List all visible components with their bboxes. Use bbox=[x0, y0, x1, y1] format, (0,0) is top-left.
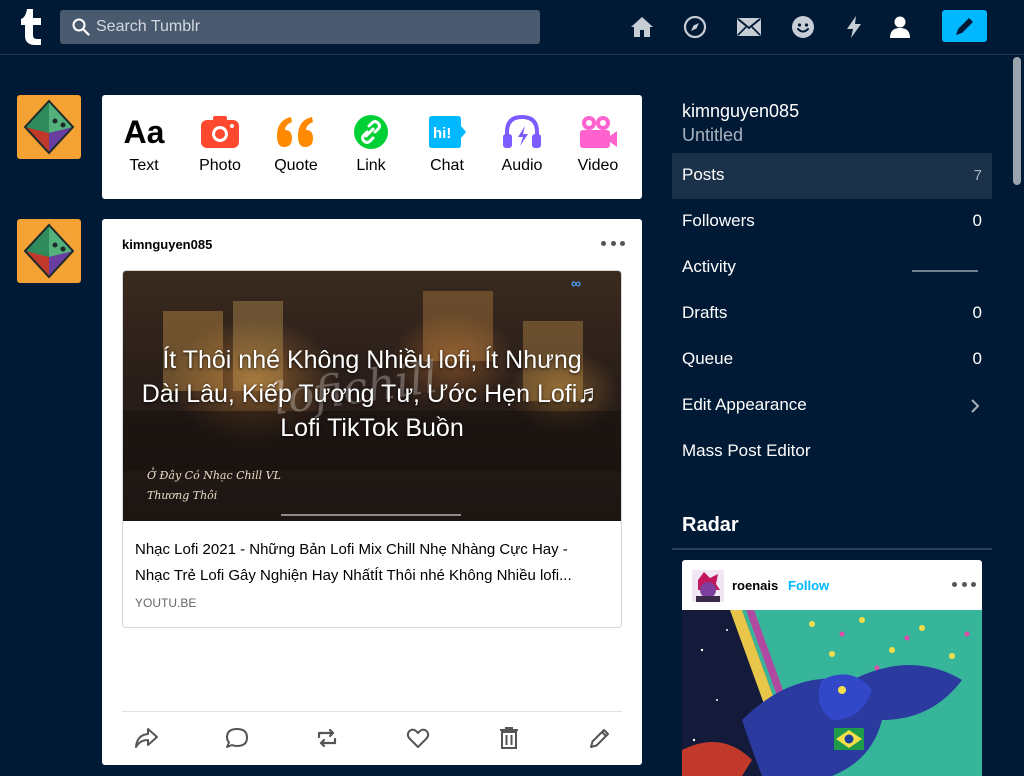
post-type-video[interactable]: Video bbox=[562, 113, 634, 175]
share-icon[interactable] bbox=[133, 725, 159, 751]
search-bar[interactable] bbox=[60, 10, 540, 44]
avatar[interactable] bbox=[17, 95, 81, 159]
radar-avatar[interactable] bbox=[692, 570, 724, 602]
radar-post-card: roenais Follow bbox=[682, 560, 982, 776]
sidebar-item-posts[interactable]: Posts 7 bbox=[672, 153, 992, 199]
radar-divider bbox=[672, 548, 992, 550]
compose-button[interactable] bbox=[942, 10, 987, 42]
post-footer-divider bbox=[122, 711, 622, 712]
like-icon[interactable] bbox=[405, 725, 431, 751]
blog-name[interactable]: kimnguyen085 bbox=[682, 101, 799, 122]
photo-icon bbox=[184, 113, 256, 151]
messaging-icon[interactable] bbox=[790, 13, 816, 41]
drafts-count: 0 bbox=[972, 303, 982, 322]
queue-count: 0 bbox=[972, 349, 982, 368]
radar-post-image[interactable] bbox=[682, 610, 982, 776]
thumbnail-caption: Thương Thôi bbox=[147, 489, 218, 502]
thumbnail-caption: Ở Đây Có Nhạc Chill VL bbox=[147, 469, 281, 482]
radar-heading: Radar bbox=[682, 514, 739, 536]
sidebar-item-activity[interactable]: Activity bbox=[672, 245, 992, 291]
link-title[interactable]: Nhạc Lofi 2021 - Những Bản Lofi Mix Chil… bbox=[135, 537, 611, 589]
blog-title: Untitled bbox=[682, 125, 744, 145]
radar-options-icon[interactable] bbox=[952, 580, 976, 588]
delete-icon[interactable] bbox=[496, 725, 522, 751]
post-type-composer: Aa Text Photo Quote Link hi! Chat Audio bbox=[102, 95, 642, 199]
page-scrollbar[interactable] bbox=[1010, 55, 1024, 776]
reply-icon[interactable] bbox=[224, 725, 250, 751]
scrollbar-thumb[interactable] bbox=[1013, 57, 1021, 185]
chevron-right-icon bbox=[971, 399, 980, 413]
post-type-quote[interactable]: Quote bbox=[260, 113, 332, 175]
search-input[interactable] bbox=[96, 10, 526, 44]
post-author-avatar[interactable] bbox=[17, 219, 81, 283]
sidebar-item-queue[interactable]: Queue 0 bbox=[672, 337, 992, 383]
video-thumbnail[interactable]: ∞ lofichill Ít Thôi nhé Không Nhiều lofi… bbox=[123, 271, 621, 521]
activity-icon[interactable] bbox=[841, 13, 867, 41]
edit-icon[interactable] bbox=[587, 725, 613, 751]
link-domain: YOUTU.BE bbox=[135, 596, 197, 610]
post-type-audio[interactable]: Audio bbox=[486, 113, 558, 175]
activity-sparkline bbox=[912, 270, 978, 272]
posts-count: 7 bbox=[973, 167, 982, 184]
home-icon[interactable] bbox=[629, 13, 655, 41]
post-type-chat[interactable]: hi! Chat bbox=[411, 113, 483, 175]
channel-logo-icon: ∞ bbox=[571, 275, 581, 291]
search-icon bbox=[72, 18, 90, 36]
link-icon bbox=[335, 113, 407, 151]
followers-count: 0 bbox=[972, 211, 982, 230]
radar-username[interactable]: roenais bbox=[732, 578, 778, 593]
link-preview-card[interactable]: ∞ lofichill Ít Thôi nhé Không Nhiều lofi… bbox=[122, 270, 622, 628]
audio-icon bbox=[486, 113, 558, 151]
post-type-text[interactable]: Aa Text bbox=[108, 113, 180, 175]
sidebar-item-followers[interactable]: Followers 0 bbox=[672, 199, 992, 245]
reblog-icon[interactable] bbox=[314, 725, 340, 751]
tumblr-logo[interactable] bbox=[20, 8, 46, 46]
post-card: kimnguyen085 ∞ lofichill Ít Thôi nhé Khô… bbox=[102, 219, 642, 765]
inbox-icon[interactable] bbox=[736, 13, 762, 41]
thumbnail-progress-bar bbox=[281, 514, 461, 516]
sidebar-item-drafts[interactable]: Drafts 0 bbox=[672, 291, 992, 337]
video-icon bbox=[562, 113, 634, 151]
post-options-icon[interactable] bbox=[601, 239, 625, 247]
thumbnail-title: Ít Thôi nhé Không Nhiều lofi, Ít Nhưng D… bbox=[141, 346, 603, 442]
radar-follow-button[interactable]: Follow bbox=[788, 578, 829, 593]
chat-icon: hi! bbox=[411, 113, 483, 151]
post-type-link[interactable]: Link bbox=[335, 113, 407, 175]
svg-text:hi!: hi! bbox=[433, 125, 451, 142]
top-navigation-bar bbox=[0, 0, 1024, 55]
post-username[interactable]: kimnguyen085 bbox=[122, 237, 212, 252]
account-icon[interactable] bbox=[887, 13, 913, 41]
compose-icon bbox=[955, 18, 973, 35]
sidebar-item-edit-appearance[interactable]: Edit Appearance bbox=[672, 383, 992, 429]
post-type-photo[interactable]: Photo bbox=[184, 113, 256, 175]
quote-icon bbox=[260, 113, 332, 151]
text-icon: Aa bbox=[123, 113, 165, 150]
explore-icon[interactable] bbox=[682, 13, 708, 41]
sidebar-item-mass-post-editor[interactable]: Mass Post Editor bbox=[672, 429, 992, 475]
